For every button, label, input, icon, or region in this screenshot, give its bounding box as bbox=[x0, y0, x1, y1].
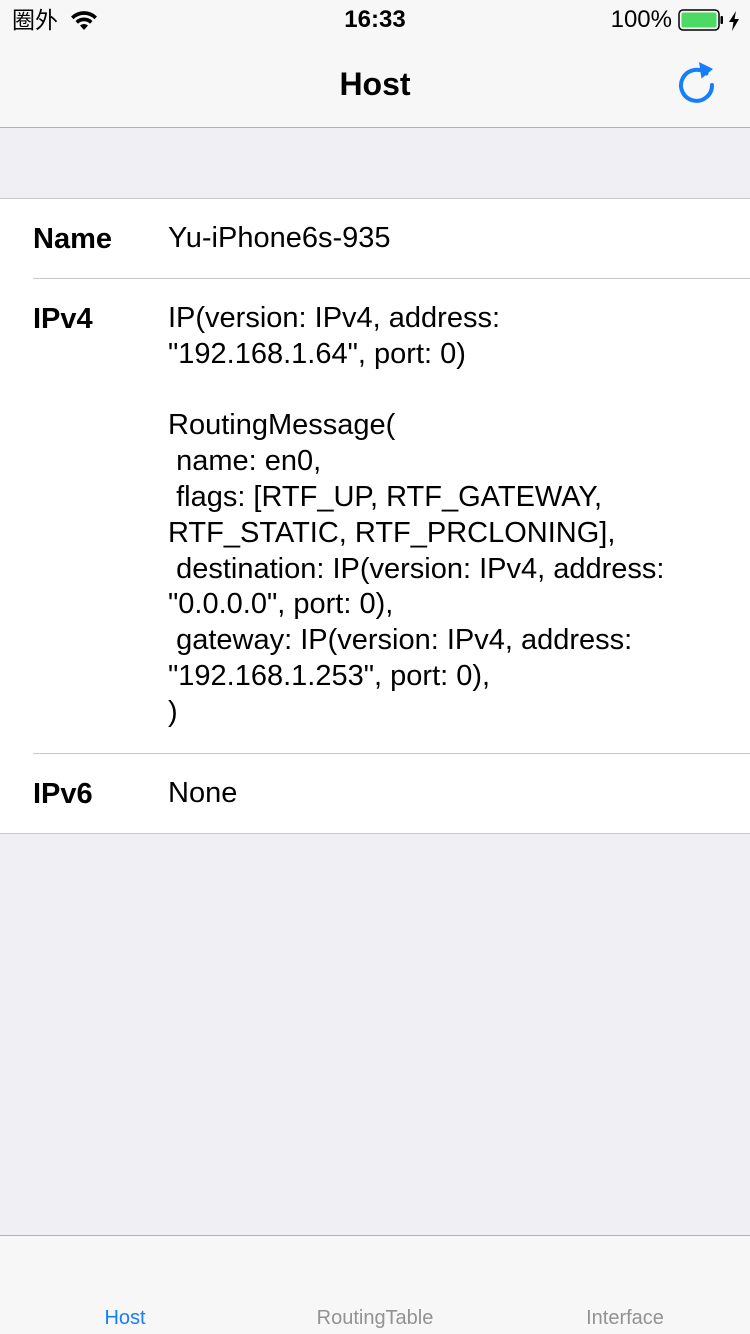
tab-label-interface: Interface bbox=[586, 1307, 664, 1329]
tab-routing-table[interactable]: RoutingTable bbox=[250, 1236, 500, 1334]
screen: 圈外 16:33 100% Host Name Yu-iPhone6s-935 … bbox=[0, 0, 750, 1334]
table-row-ipv4: IPv4 IP(version: IPv4, address: "192.168… bbox=[0, 279, 750, 753]
navigation-bar: Host bbox=[0, 40, 750, 128]
tab-label-routing-table: RoutingTable bbox=[316, 1307, 434, 1329]
refresh-button[interactable] bbox=[674, 58, 722, 110]
status-bar: 圈外 16:33 100% bbox=[0, 0, 750, 40]
tab-bar: Host RoutingTable Interface bbox=[0, 1235, 750, 1334]
refresh-icon bbox=[676, 58, 720, 111]
table-row-name: Name Yu-iPhone6s-935 bbox=[0, 199, 750, 278]
host-info-table: Name Yu-iPhone6s-935 IPv4 IP(version: IP… bbox=[0, 198, 750, 834]
row-value-ipv4: IP(version: IPv4, address: "192.168.1.64… bbox=[168, 302, 665, 728]
status-right: 100% bbox=[611, 6, 740, 34]
tab-label-host: Host bbox=[104, 1307, 146, 1329]
row-value-name: Yu-iPhone6s-935 bbox=[168, 222, 391, 254]
battery-icon bbox=[678, 9, 724, 31]
page-title: Host bbox=[339, 66, 411, 102]
tab-interface[interactable]: Interface bbox=[500, 1236, 750, 1334]
row-value-ipv6: None bbox=[168, 776, 238, 809]
row-key-name: Name bbox=[33, 223, 112, 255]
tab-host[interactable]: Host bbox=[0, 1236, 250, 1334]
battery-percent: 100% bbox=[610, 6, 672, 33]
charging-bolt-icon bbox=[728, 10, 740, 31]
table-row-ipv6: IPv6 None bbox=[0, 754, 750, 833]
row-key-ipv4: IPv4 bbox=[33, 303, 93, 335]
row-key-ipv6: IPv6 bbox=[33, 777, 93, 810]
